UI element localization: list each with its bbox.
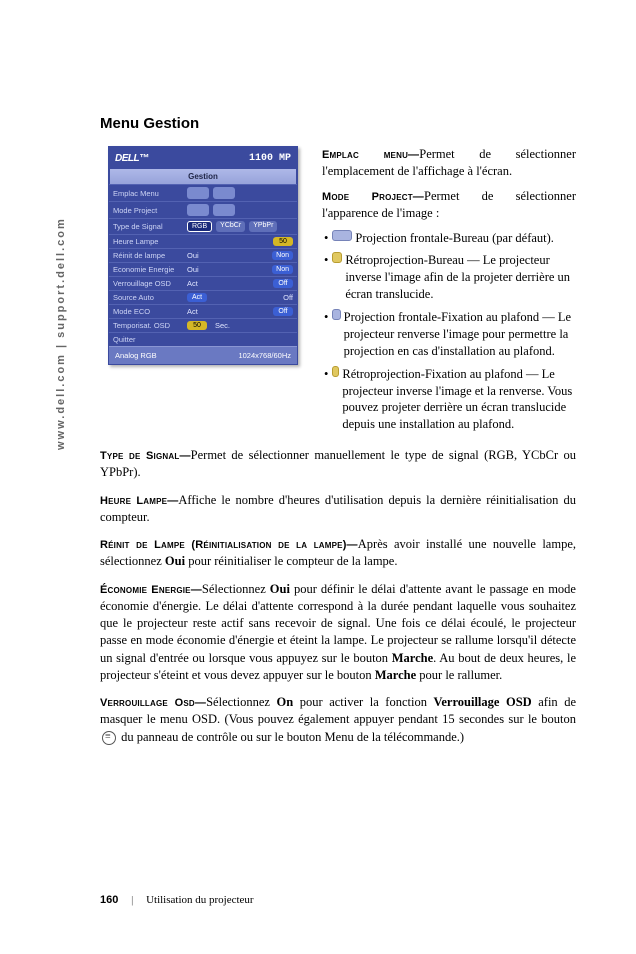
- signal-ycbcr: YCbCr: [216, 221, 245, 232]
- desc-reinit-2: pour réinitialiser le compteur de la lam…: [185, 554, 397, 568]
- osd-row-verrou: Verrouillage OSD: [113, 279, 183, 288]
- opt-oui: Oui: [187, 251, 199, 260]
- osd-foot-left: Analog RGB: [115, 351, 157, 360]
- opt-off: Off: [273, 279, 293, 288]
- verrou-bold: Verrouillage OSD: [433, 695, 531, 709]
- body-text: Type de Signal—Permet de sélectionner ma…: [100, 447, 576, 746]
- marche-bold: Marche: [392, 651, 433, 665]
- desc-verrou-2: pour activer la fonction: [293, 695, 433, 709]
- osd-row-reinit: Réinit de lampe: [113, 251, 183, 260]
- term-signal: Type de Signal—: [100, 450, 191, 462]
- bullet-icon: •: [324, 230, 328, 247]
- term-verrou: Verrouillage Osd—: [100, 697, 206, 709]
- lamp-hours-value: 50: [273, 237, 293, 246]
- bullet-3: Projection frontale-Fixation au plafond …: [344, 309, 576, 360]
- osd-tab: Gestion: [110, 169, 296, 184]
- desc-verrou-1: Sélectionnez: [206, 695, 276, 709]
- page-number: 160: [100, 894, 118, 906]
- bullet-2: Rétroprojection-Bureau — Le projecteur i…: [345, 252, 576, 303]
- footer-separator: |: [131, 894, 133, 906]
- page-title: Menu Gestion: [100, 115, 576, 132]
- opt-oui: Oui: [187, 265, 199, 274]
- opt-non: Non: [272, 265, 293, 274]
- opt-act: Act: [187, 293, 207, 302]
- side-url: www.dell.com | support.dell.com: [55, 217, 67, 450]
- osd-logo: DELL™: [115, 153, 149, 164]
- opt-act: Act: [187, 279, 198, 288]
- projection-front-ceiling-icon: [332, 309, 340, 320]
- signal-rgb: RGB: [187, 221, 212, 232]
- osd-row-source: Source Auto: [113, 293, 183, 302]
- on-bold: On: [277, 695, 294, 709]
- projection-rear-ceiling-icon: [332, 366, 339, 377]
- desc-verrou-4: du panneau de contrôle ou sur le bouton …: [118, 730, 464, 744]
- osd-foot-right: 1024x768/60Hz: [238, 351, 291, 360]
- term-emplac: Emplac menu—: [322, 149, 419, 161]
- projection-front-desk-icon: [332, 230, 352, 241]
- bullet-4: Rétroprojection-Fixation au plafond — Le…: [342, 366, 576, 434]
- osd-row-signal: Type de Signal: [113, 222, 183, 231]
- position-icon: [187, 187, 209, 199]
- marche-bold: Marche: [375, 668, 416, 682]
- bullet-icon: •: [324, 309, 328, 326]
- opt-off: Off: [283, 293, 293, 302]
- projection-rear-desk-icon: [332, 252, 342, 263]
- term-mode: Mode Project—: [322, 191, 424, 203]
- osd-row-temporisat: Temporisat. OSD: [113, 321, 183, 330]
- osd-row-quitter: Quitter: [113, 335, 183, 344]
- sec-label: Sec.: [215, 321, 230, 330]
- osd-screenshot: DELL™ 1100 MP Gestion Emplac Menu Mode P…: [108, 146, 306, 439]
- osd-model: 1100 MP: [249, 153, 291, 164]
- bullet-icon: •: [324, 366, 328, 383]
- osd-row-heure: Heure Lampe: [113, 237, 183, 246]
- term-reinit: Réinit de Lampe (Réinitialisation de la …: [100, 539, 358, 551]
- osd-row-mode-eco: Mode ECO: [113, 307, 183, 316]
- osd-row-mode: Mode Project: [113, 206, 183, 215]
- position-icon: [213, 187, 235, 199]
- footer-section: Utilisation du projecteur: [146, 894, 254, 906]
- osd-timeout-value: 50: [187, 321, 207, 330]
- desc-eco-1: Sélectionnez: [202, 582, 270, 596]
- projection-icon: [213, 204, 235, 216]
- desc-eco-4: pour le rallumer.: [416, 668, 502, 682]
- menu-button-icon: [102, 731, 116, 745]
- osd-row-emplac: Emplac Menu: [113, 189, 183, 198]
- osd-row-eco-e: Economie Energie: [113, 265, 183, 274]
- opt-non: Non: [272, 251, 293, 260]
- oui-bold: Oui: [270, 582, 290, 596]
- bullet-icon: •: [324, 252, 328, 269]
- page-footer: 160 | Utilisation du projecteur: [100, 894, 254, 906]
- opt-act: Act: [187, 307, 198, 316]
- projection-icon: [187, 204, 209, 216]
- term-eco: Économie Energie—: [100, 584, 202, 596]
- bullet-1: Projection frontale-Bureau (par défaut).: [355, 230, 554, 247]
- opt-off: Off: [273, 307, 293, 316]
- term-heure: Heure Lampe—: [100, 495, 178, 507]
- signal-ypbpr: YPbPr: [249, 221, 277, 232]
- oui-bold: Oui: [165, 554, 185, 568]
- right-column: Emplac menu—Permet de sélectionner l'emp…: [322, 146, 576, 439]
